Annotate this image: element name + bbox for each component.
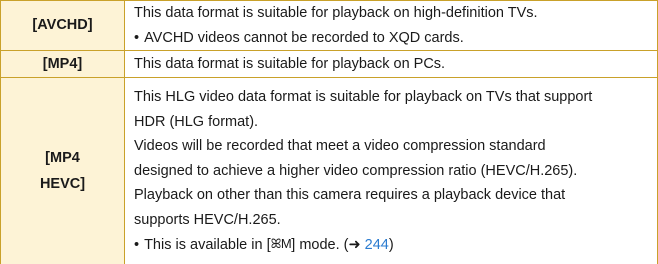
table-row-mp4: [MP4] This data format is suitable for p… <box>1 50 658 79</box>
video-format-table: [AVCHD] This data format is suitable for… <box>1 1 658 264</box>
bullet-note: This is available in [ꕤM] mode. (➜ 244) <box>134 233 650 258</box>
creative-video-mode-icon: ꕤM <box>270 235 292 251</box>
format-description-avchd: This data format is suitable for playbac… <box>124 1 658 52</box>
arrow-right-icon: ➜ <box>348 236 361 253</box>
description-line: designed to achieve a higher video compr… <box>134 162 578 179</box>
page-reference-link[interactable]: 244 <box>365 237 389 253</box>
note-prefix: This is available in [ <box>144 236 271 253</box>
description-line: This data format is suitable for playbac… <box>134 5 538 21</box>
description-line: This data format is suitable for playbac… <box>134 55 446 72</box>
format-label-mp4: [MP4] <box>1 50 125 79</box>
format-label-avchd: [AVCHD] <box>1 1 125 52</box>
format-label-mp4-hevc: [MP4 HEVC] <box>1 77 125 264</box>
format-label-line: [MP4 <box>45 150 80 167</box>
format-description-mp4: This data format is suitable for playbac… <box>124 50 658 79</box>
description-line: supports HEVC/H.265. <box>134 212 281 229</box>
format-label-line: HEVC] <box>39 176 86 193</box>
description-line: HDR (HLG format). <box>134 113 259 130</box>
bullet-note: AVCHD videos cannot be recorded to XQD c… <box>134 26 650 51</box>
description-line: Videos will be recorded that meet a vide… <box>134 138 546 155</box>
description-line: Playback on other than this camera requi… <box>134 187 566 204</box>
table-row-avchd: [AVCHD] This data format is suitable for… <box>1 1 658 52</box>
format-description-mp4-hevc: This HLG video data format is suitable f… <box>125 78 658 264</box>
description-line: This HLG video data format is suitable f… <box>134 89 593 106</box>
video-format-table-frame: [AVCHD] This data format is suitable for… <box>0 0 658 264</box>
note-close: ) <box>388 236 394 253</box>
note-suffix: ] mode. ( <box>291 236 349 253</box>
table-row-mp4-hevc: [MP4 HEVC] This HLG video data format is… <box>1 77 658 264</box>
